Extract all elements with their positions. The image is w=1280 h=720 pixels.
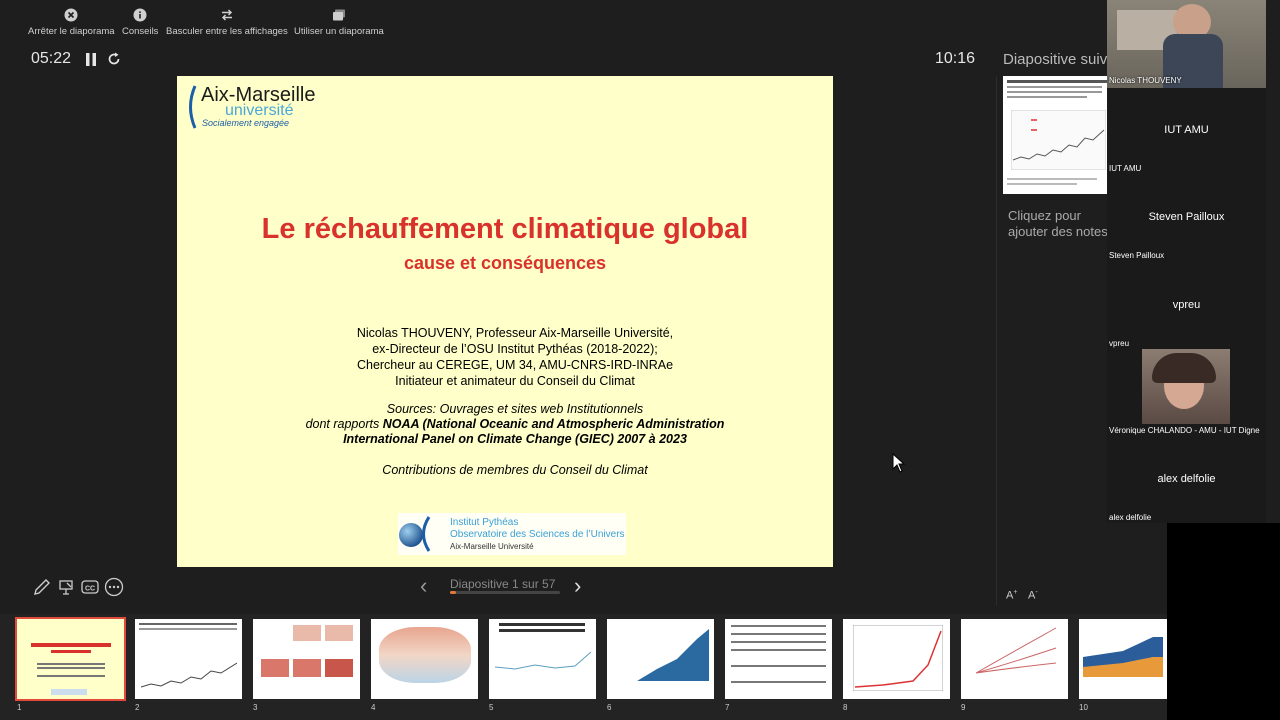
aix-marseille-logo: Aix-Marseille université Socialement eng… [185, 82, 320, 130]
author-line: Initiateur et animateur du Conseil du Cl… [395, 374, 635, 388]
globe-icon [399, 516, 431, 552]
pytheas-line2: Observatoire des Sciences de l’Univers [450, 529, 625, 540]
slide-number: 5 [489, 703, 494, 712]
sources-line: International Panel on Climate Change (G… [343, 432, 687, 446]
next-slide-preview[interactable] [1003, 76, 1108, 194]
thumb-chart-icon [495, 651, 591, 670]
author-block: Nicolas THOUVENY, Professeur Aix-Marseil… [177, 325, 853, 389]
participant-tile-vpreu: vpreu [1172, 299, 1201, 311]
pen-icon[interactable] [32, 577, 52, 597]
author-line: Chercheur au CEREGE, UM 34, AMU-CNRS-IRD… [356, 358, 674, 372]
pytheas-logo: Institut Pythéas Observatoire des Scienc… [398, 513, 626, 555]
panel-divider [996, 76, 997, 606]
logo-tagline: Socialement engagée [202, 118, 290, 128]
participant-tile-steven: Steven Pailloux [1148, 211, 1225, 223]
participant-name: Nicolas THOUVENY [1109, 76, 1182, 85]
use-slideshow-button[interactable]: Utiliser un diaporama [294, 8, 384, 37]
slide-counter: Diapositive 1 sur 57 [450, 577, 556, 591]
pause-icon[interactable] [85, 53, 97, 66]
slide-number: 9 [961, 703, 966, 712]
thumb-chart-icon [853, 625, 943, 691]
previous-slide-button[interactable]: ‹ [420, 573, 427, 599]
stop-slideshow-button[interactable]: Arrêter le diaporama [28, 8, 115, 37]
slide-progress-bar [450, 591, 560, 594]
sources-block: Sources: Ouvrages et sites web Instituti… [177, 402, 853, 447]
swap-icon [221, 9, 232, 21]
elapsed-timer: 05:22 [31, 50, 72, 67]
participant-name: IUT AMU [1109, 164, 1142, 173]
switch-views-label: Basculer entre les affichages [166, 26, 288, 37]
next-slide-chart-icon [1011, 110, 1106, 170]
contributions-text: Contributions de membres du Conseil du C… [382, 463, 648, 477]
slide-number: 10 [1079, 703, 1088, 712]
slide-number: 3 [253, 703, 258, 712]
slide-subtitle: cause et conséquences [403, 253, 607, 273]
slide-thumbnail-5[interactable] [489, 619, 596, 699]
laser-pointer-icon[interactable] [56, 577, 76, 597]
decrease-font-icon[interactable]: A- [1028, 589, 1038, 602]
slide-number: 2 [135, 703, 140, 712]
stop-slideshow-label: Arrêter le diaporama [28, 26, 115, 37]
slide-thumbnail-10[interactable] [1079, 619, 1167, 699]
slide-number: 4 [371, 703, 376, 712]
slide-thumbnail-9[interactable] [961, 619, 1068, 699]
participant-name: vpreu [1109, 339, 1130, 348]
participant-name: alex delfolie [1109, 513, 1152, 522]
slide-thumbnail-8[interactable] [843, 619, 950, 699]
clock: 10:16 [935, 50, 976, 67]
mouse-cursor-icon [892, 453, 906, 473]
participant-tile-alex: alex delfolie [1157, 473, 1216, 485]
thumb-chart-icon [1083, 637, 1163, 677]
thumb-chart-icon [141, 662, 237, 688]
more-options-icon[interactable] [104, 577, 124, 597]
slide-number: 1 [17, 703, 22, 712]
close-circle-icon [64, 8, 78, 22]
empty-video-area [1167, 523, 1280, 720]
slide-thumbnail-4[interactable] [371, 619, 478, 699]
thumb-chart-icon [975, 627, 1057, 674]
use-slideshow-label: Utiliser un diaporama [294, 26, 384, 37]
author-line: Nicolas THOUVENY, Professeur Aix-Marseil… [356, 326, 674, 340]
thumb-chart-icon [637, 629, 709, 681]
participant-video-nicolas[interactable]: Nicolas THOUVENY [1107, 0, 1266, 88]
pytheas-line3: Aix-Marseille Université [450, 542, 534, 551]
notes-area[interactable]: Cliquez pour ajouter des notes [1008, 208, 1108, 240]
slide-number: 6 [607, 703, 612, 712]
pytheas-line1: Institut Pythéas [450, 517, 519, 528]
sources-line: Sources: Ouvrages et sites web Instituti… [386, 402, 644, 416]
hair-shape [1152, 353, 1216, 383]
slide-number: 8 [843, 703, 848, 712]
slides-icon [332, 9, 345, 21]
subtitles-icon[interactable]: CC [80, 577, 100, 597]
slide-number: 7 [725, 703, 730, 712]
info-icon [133, 8, 147, 22]
svg-text:CC: CC [85, 586, 95, 593]
participant-name: Véronique CHALANDO - AMU - IUT Digne [1109, 426, 1260, 435]
slide-thumbnail-3[interactable] [253, 619, 360, 699]
author-line: ex-Directeur de l’OSU Institut Pythéas (… [372, 342, 658, 356]
slide-title: Le réchauffement climatique global [261, 213, 749, 245]
logo-bracket-icon [189, 85, 197, 129]
switch-views-button[interactable]: Basculer entre les affichages [166, 8, 288, 37]
current-slide: Aix-Marseille université Socialement eng… [177, 76, 833, 567]
slide-thumbnail-2[interactable] [135, 619, 242, 699]
tips-button[interactable]: Conseils [122, 8, 158, 37]
increase-font-icon[interactable]: A+ [1006, 589, 1017, 602]
slide-thumbnail-7[interactable] [725, 619, 832, 699]
slide-thumbnail-1[interactable] [15, 617, 126, 701]
participant-video-veronique[interactable] [1142, 349, 1230, 424]
participant-name: Steven Pailloux [1109, 251, 1165, 260]
participant-tile-iut: IUT AMU [1164, 124, 1209, 136]
restart-timer-icon[interactable] [107, 52, 121, 66]
tips-label: Conseils [122, 26, 159, 37]
slide-thumbnail-6[interactable] [607, 619, 714, 699]
slide-progress-fill [450, 591, 456, 594]
sources-line: dont rapports NOAA (National Oceanic and… [305, 417, 725, 431]
next-slide-button[interactable]: › [574, 573, 581, 599]
